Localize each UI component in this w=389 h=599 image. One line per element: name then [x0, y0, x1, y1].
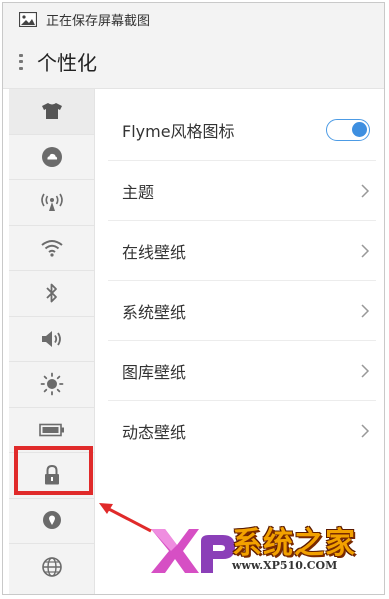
chevron-right-icon: [361, 183, 370, 198]
location-icon: [42, 510, 61, 529]
sidebar-item-location[interactable]: [9, 499, 94, 544]
watermark-url: www.XP510.COM: [232, 559, 338, 572]
category-sidebar: [9, 89, 95, 594]
hotspot-icon: [40, 193, 63, 212]
sound-icon: [41, 330, 61, 347]
setting-row-theme[interactable]: 主题: [108, 161, 376, 221]
sidebar-item-brightness[interactable]: [9, 362, 94, 408]
chevron-right-icon: [361, 303, 370, 318]
toggle-knob: [352, 122, 367, 137]
setting-label: 系统壁纸: [122, 302, 187, 322]
page-title: 个性化: [37, 51, 97, 75]
setting-row-online-wallpaper[interactable]: 在线壁纸: [108, 221, 376, 281]
setting-label: 动态壁纸: [122, 423, 187, 442]
chevron-right-icon: [361, 424, 370, 438]
cloud-icon: [41, 146, 62, 167]
setting-label: 主题: [122, 182, 155, 202]
brightness-icon: [40, 372, 63, 396]
sidebar-item-sound[interactable]: [9, 317, 94, 362]
setting-row-flyme-icons[interactable]: Flyme风格图标: [108, 100, 376, 161]
status-text: 正在保存屏幕截图: [46, 13, 151, 29]
sidebar-item-wifi[interactable]: [9, 226, 94, 271]
chevron-right-icon: [361, 243, 370, 258]
xp-logo-icon: [151, 529, 235, 573]
setting-row-system-wallpaper[interactable]: 系统壁纸: [108, 281, 376, 341]
settings-list: Flyme风格图标 主题 在线壁纸 系统壁纸 图库壁纸 动态壁纸: [108, 100, 376, 461]
lock-highlight-box: [14, 446, 93, 495]
setting-row-gallery-wallpaper[interactable]: 图库壁纸: [108, 341, 376, 401]
sidebar-item-personalization[interactable]: [9, 89, 94, 135]
screenshot-frame: 正在保存屏幕截图 个性化 Flyme风格图标 主题 在线壁纸 系统壁纸 图库壁纸…: [2, 2, 385, 595]
status-bar: 正在保存屏幕截图: [3, 3, 384, 35]
setting-label: Flyme风格图标: [122, 122, 235, 141]
sidebar-item-hotspot[interactable]: [9, 180, 94, 226]
wifi-icon: [40, 239, 63, 257]
bluetooth-icon: [45, 283, 57, 303]
pointer-arrow-icon: [99, 503, 152, 533]
watermark-brand: 系统之家: [232, 526, 356, 561]
setting-label: 在线壁纸: [122, 242, 187, 262]
flyme-icons-toggle[interactable]: [326, 119, 370, 141]
chevron-right-icon: [361, 363, 370, 378]
drag-handle-icon[interactable]: [19, 53, 25, 70]
setting-row-live-wallpaper[interactable]: 动态壁纸: [108, 401, 376, 461]
sidebar-item-cloud[interactable]: [9, 135, 94, 180]
header: 个性化: [3, 35, 384, 89]
image-icon: [19, 11, 37, 27]
globe-icon: [41, 556, 62, 577]
battery-icon: [38, 423, 64, 437]
sidebar-item-language[interactable]: [9, 544, 94, 590]
sidebar-item-bluetooth[interactable]: [9, 271, 94, 317]
theme-shirt-icon: [41, 103, 62, 120]
setting-label: 图库壁纸: [122, 362, 187, 382]
